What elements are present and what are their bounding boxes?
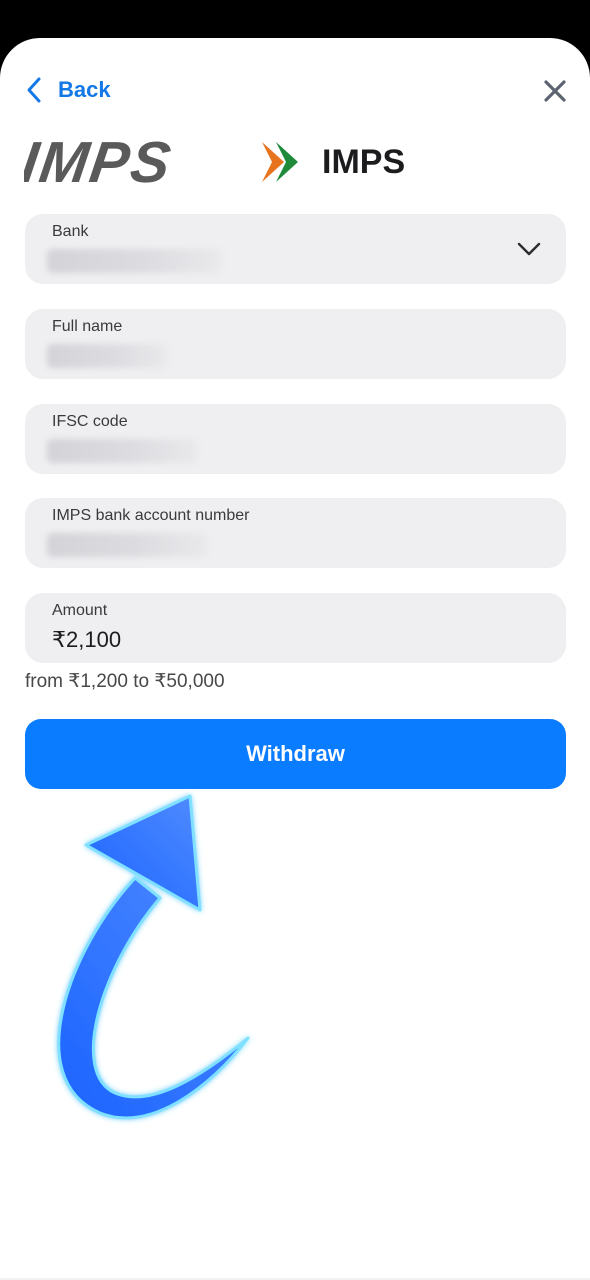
ifsc-label: IFSC code bbox=[52, 413, 128, 430]
account-number-value-redacted bbox=[47, 533, 207, 557]
back-button[interactable]: Back bbox=[24, 74, 111, 106]
full-name-value-redacted bbox=[47, 344, 167, 368]
amount-label: Amount bbox=[52, 602, 108, 619]
svg-text:IMPS: IMPS bbox=[24, 134, 176, 190]
payment-method-header: IMPS IMPS bbox=[24, 134, 405, 190]
close-icon bbox=[544, 80, 566, 102]
account-number-label: IMPS bank account number bbox=[52, 507, 250, 524]
imps-logo: IMPS bbox=[24, 134, 298, 190]
ifsc-field[interactable]: IFSC code bbox=[25, 404, 566, 474]
bank-select[interactable]: Bank bbox=[25, 214, 566, 284]
amount-field[interactable]: Amount ₹2,100 bbox=[25, 593, 566, 663]
full-name-field[interactable]: Full name bbox=[25, 309, 566, 379]
pointer-arrow-icon bbox=[57, 794, 250, 1120]
bank-label: Bank bbox=[52, 223, 89, 240]
withdraw-button[interactable]: Withdraw bbox=[25, 719, 566, 789]
chevron-left-icon bbox=[27, 77, 41, 103]
amount-limits-hint: from ₹1,200 to ₹50,000 bbox=[25, 671, 225, 692]
top-bar: Back bbox=[0, 38, 590, 138]
account-number-field[interactable]: IMPS bank account number bbox=[25, 498, 566, 568]
chevron-down-icon bbox=[517, 242, 541, 256]
amount-value: ₹2,100 bbox=[52, 627, 122, 652]
full-name-label: Full name bbox=[52, 318, 123, 335]
payment-method-title: IMPS bbox=[322, 142, 406, 181]
ifsc-value-redacted bbox=[47, 439, 197, 463]
bank-value-redacted bbox=[47, 249, 221, 273]
withdraw-label: Withdraw bbox=[246, 741, 345, 766]
close-button[interactable] bbox=[540, 76, 570, 106]
withdrawal-sheet: Back IMPS IMPS Bank Full name IFSC code … bbox=[0, 38, 590, 1280]
back-label: Back bbox=[58, 77, 111, 102]
